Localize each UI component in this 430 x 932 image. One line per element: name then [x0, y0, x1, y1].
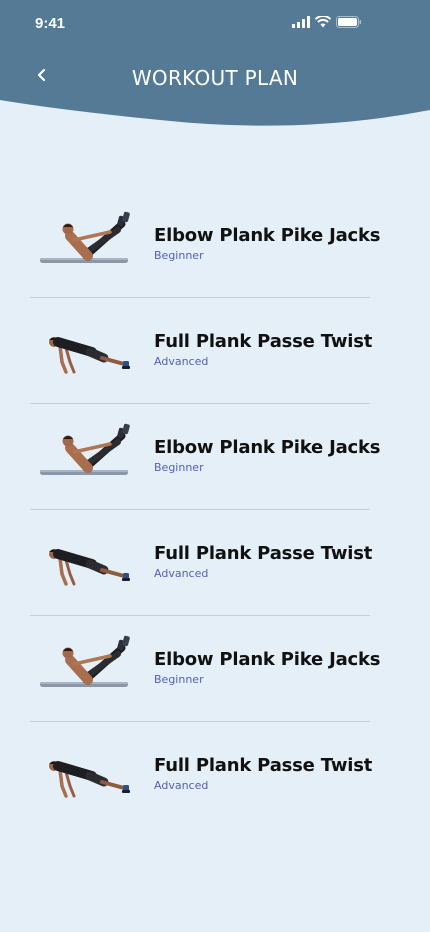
- signal-icon: [292, 16, 310, 28]
- page-title: WORKOUT PLAN: [131, 66, 299, 90]
- status-time: 9:41: [35, 15, 66, 32]
- wifi-icon: [315, 16, 331, 28]
- workout-name: Full Plank Passe Twist: [154, 543, 373, 564]
- workout-list: Elbow Plank Pike Jacks Beginner Full Plank…: [30, 192, 380, 828]
- workout-level: Beginner: [154, 461, 204, 474]
- status-icons: [292, 16, 362, 28]
- workout-thumbnail: [38, 210, 130, 272]
- workout-thumbnail: [38, 634, 130, 696]
- header: 9:41 WORKOUT PLAN: [0, 0, 430, 126]
- workout-level: Advanced: [154, 355, 209, 368]
- workout-item[interactable]: Full Plank Passe Twist Advanced: [30, 722, 373, 828]
- workout-item[interactable]: Full Plank Passe Twist Advanced: [30, 510, 373, 616]
- workout-level: Beginner: [154, 673, 204, 686]
- workout-name: Elbow Plank Pike Jacks: [154, 649, 381, 670]
- workout-level: Beginner: [154, 249, 204, 262]
- workout-item[interactable]: Elbow Plank Pike Jacks Beginner: [30, 192, 380, 298]
- workout-item[interactable]: Full Plank Passe Twist Advanced: [30, 298, 373, 404]
- workout-thumbnail: [38, 422, 130, 484]
- workout-thumbnail: [38, 316, 130, 378]
- workout-name: Elbow Plank Pike Jacks: [154, 225, 381, 246]
- workout-item[interactable]: Elbow Plank Pike Jacks Beginner: [30, 616, 380, 722]
- workout-thumbnail: [38, 740, 130, 802]
- battery-icon: [336, 16, 362, 28]
- workout-item[interactable]: Elbow Plank Pike Jacks Beginner: [30, 404, 380, 510]
- workout-level: Advanced: [154, 779, 209, 792]
- workout-level: Advanced: [154, 567, 209, 580]
- workout-thumbnail: [38, 528, 130, 590]
- workout-name: Full Plank Passe Twist: [154, 755, 373, 776]
- workout-name: Full Plank Passe Twist: [154, 331, 373, 352]
- status-bar: 9:41: [0, 0, 430, 46]
- workout-name: Elbow Plank Pike Jacks: [154, 437, 381, 458]
